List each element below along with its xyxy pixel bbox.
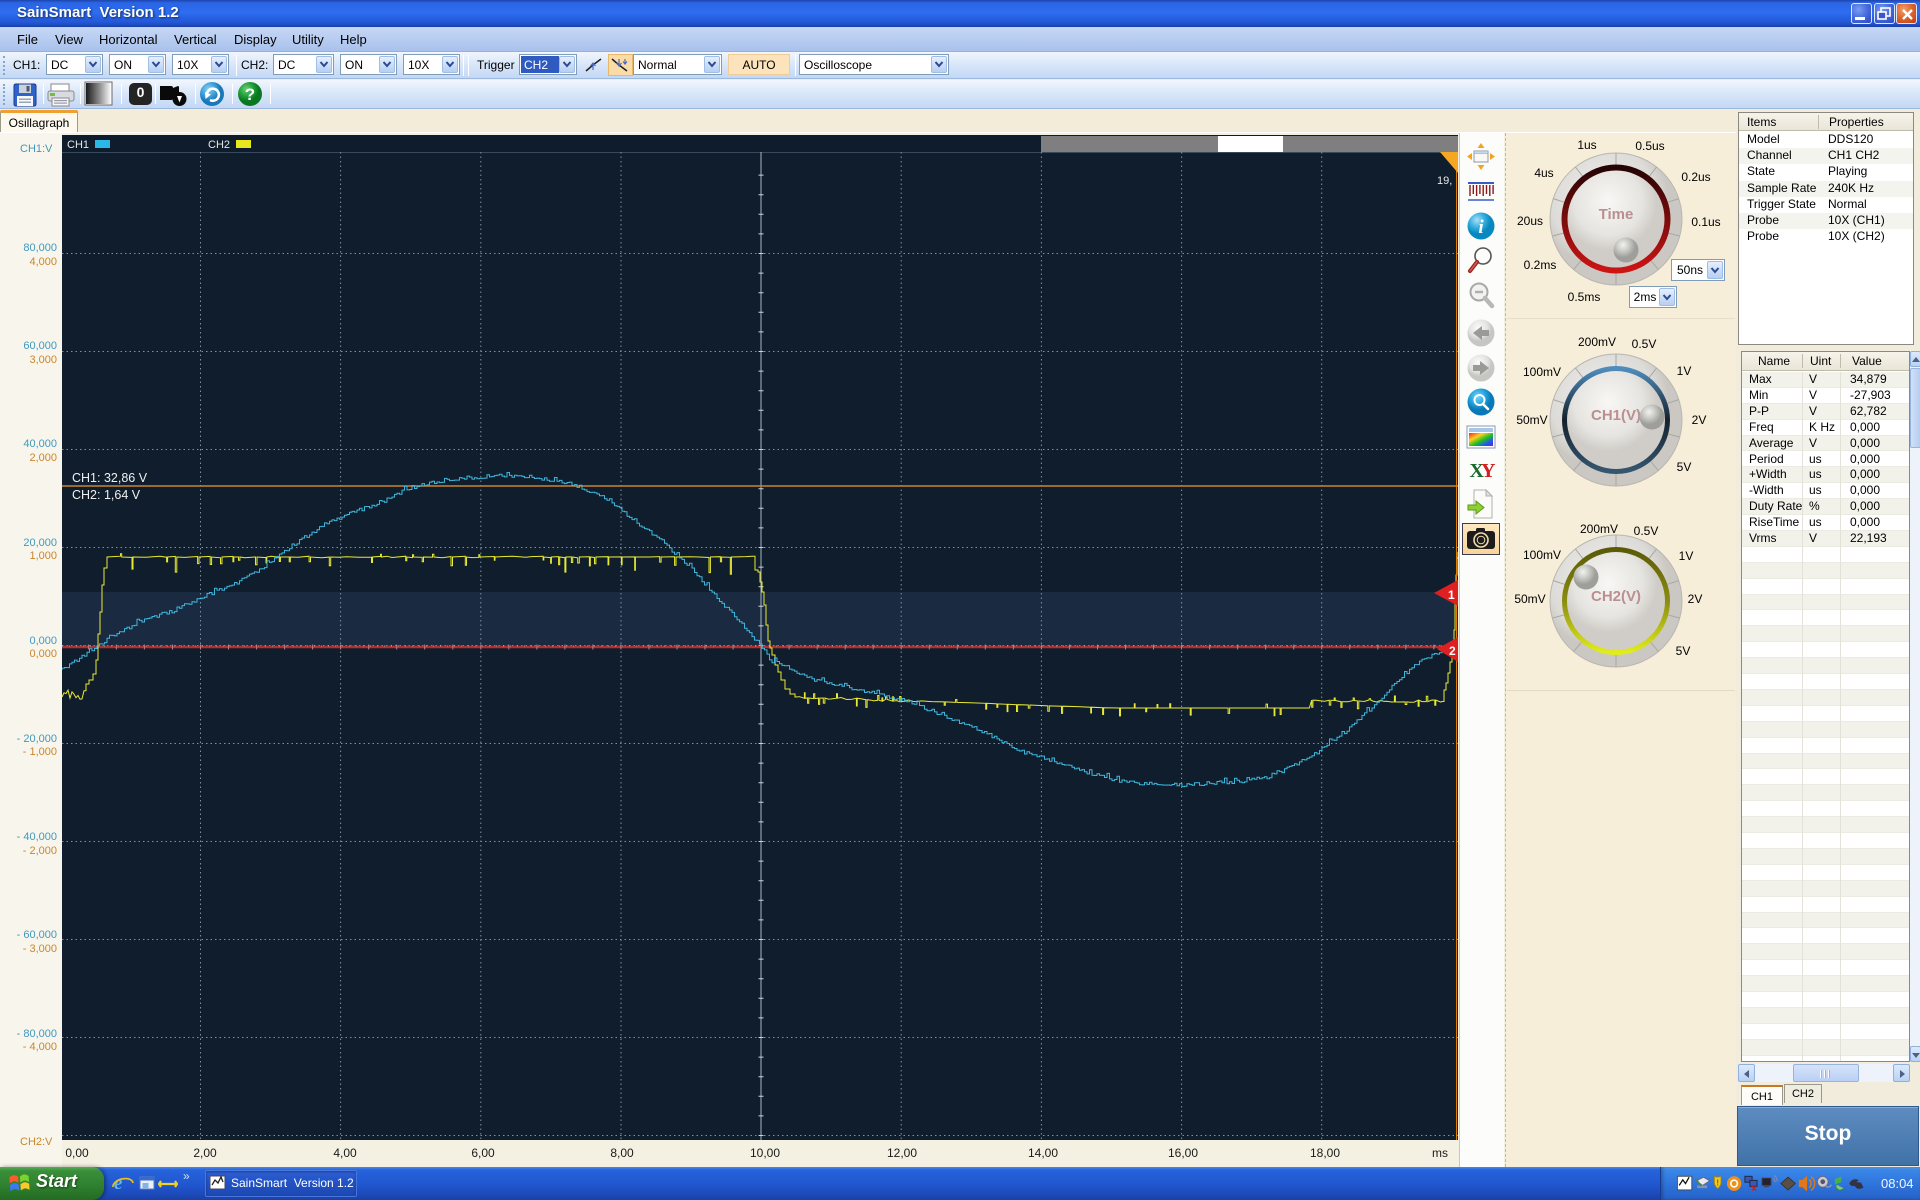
svg-text:CH2: CH2 <box>208 139 230 151</box>
svg-text:2: 2 <box>1449 644 1456 658</box>
svg-text:?: ? <box>245 85 255 104</box>
svg-text:!: ! <box>1716 1178 1719 1187</box>
svg-text:CH1(V): CH1(V) <box>1591 407 1641 424</box>
svg-text:i: i <box>1478 217 1484 238</box>
svg-text:CH2(V): CH2(V) <box>1591 588 1641 605</box>
svg-text:19,: 19, <box>1437 175 1452 187</box>
svg-text:1: 1 <box>1448 588 1455 602</box>
svg-text:CH1: 32,86 V: CH1: 32,86 V <box>72 471 148 485</box>
svg-text:Time: Time <box>1599 206 1634 223</box>
svg-text:CH2: 1,64 V: CH2: 1,64 V <box>72 488 141 502</box>
svg-text:CH1: CH1 <box>67 139 89 151</box>
